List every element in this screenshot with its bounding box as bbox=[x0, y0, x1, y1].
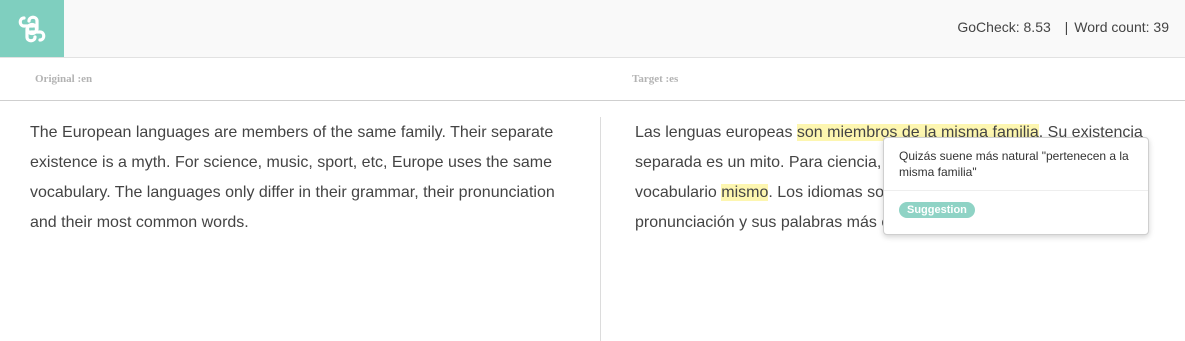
suggestion-message: Quizás suene más natural "pertenecen a l… bbox=[899, 149, 1129, 179]
column-divider bbox=[600, 117, 601, 341]
suggestion-popup: Quizás suene más natural "pertenecen a l… bbox=[883, 137, 1149, 235]
gocheck-score: 8.53 bbox=[1023, 19, 1051, 35]
source-language-label: Original :en bbox=[35, 73, 93, 85]
source-text-panel: The European languages are members of th… bbox=[30, 124, 555, 231]
stats-separator: | bbox=[1064, 19, 1069, 35]
gocheck-logo-icon[interactable] bbox=[0, 0, 64, 57]
language-bar: Original :en Target :es bbox=[0, 58, 1185, 101]
popup-divider bbox=[884, 190, 1148, 191]
word-count-label: Word count: bbox=[1074, 19, 1150, 35]
gocheck-label: GoCheck: bbox=[957, 19, 1020, 35]
header-stats: GoCheck: 8.53 | Word count: 39 bbox=[957, 19, 1169, 35]
word-count-value: 39 bbox=[1153, 19, 1169, 35]
highlighted-phrase[interactable]: mismo bbox=[721, 184, 769, 201]
target-language-label: Target :es bbox=[632, 73, 679, 85]
suggestion-badge[interactable]: Suggestion bbox=[899, 202, 975, 218]
top-bar: GoCheck: 8.53 | Word count: 39 bbox=[0, 0, 1185, 58]
logo-knot-icon bbox=[18, 15, 46, 42]
target-text-part: Las lenguas europeas bbox=[635, 124, 797, 141]
